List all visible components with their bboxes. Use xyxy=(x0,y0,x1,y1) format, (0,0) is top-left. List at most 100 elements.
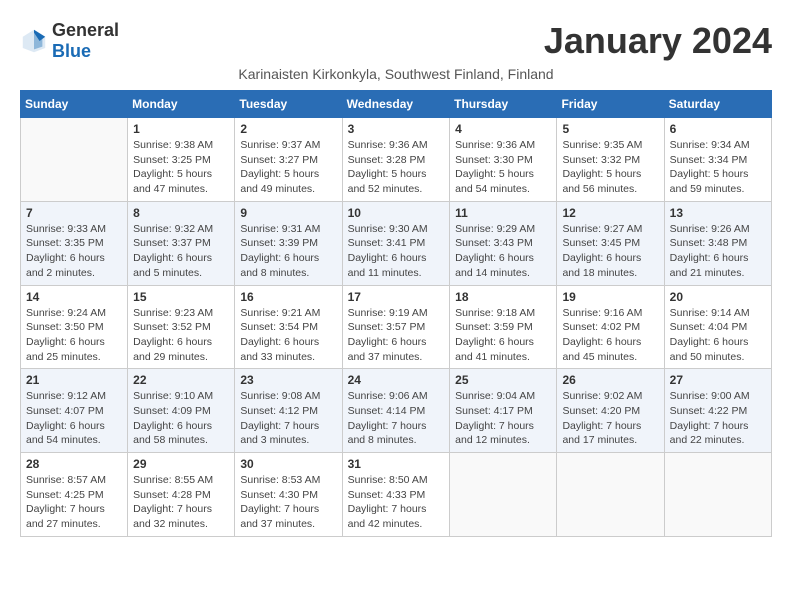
day-info: Sunrise: 9:35 AM Sunset: 3:32 PM Dayligh… xyxy=(562,138,658,197)
day-number: 28 xyxy=(26,457,122,471)
header: General Blue January 2024 xyxy=(20,20,772,62)
day-number: 6 xyxy=(670,122,766,136)
day-number: 9 xyxy=(240,206,336,220)
day-number: 2 xyxy=(240,122,336,136)
day-number: 14 xyxy=(26,290,122,304)
calendar-cell: 20 Sunrise: 9:14 AM Sunset: 4:04 PM Dayli… xyxy=(664,285,771,369)
day-info: Sunrise: 9:29 AM Sunset: 3:43 PM Dayligh… xyxy=(455,222,551,281)
day-info: Sunrise: 9:21 AM Sunset: 3:54 PM Dayligh… xyxy=(240,306,336,365)
col-header-monday: Monday xyxy=(128,91,235,118)
day-number: 4 xyxy=(455,122,551,136)
calendar-cell: 23 Sunrise: 9:08 AM Sunset: 4:12 PM Dayli… xyxy=(235,369,342,453)
week-row-1: 1 Sunrise: 9:38 AM Sunset: 3:25 PM Daylig… xyxy=(21,118,772,202)
day-number: 1 xyxy=(133,122,229,136)
calendar-table: SundayMondayTuesdayWednesdayThursdayFrid… xyxy=(20,90,772,537)
day-info: Sunrise: 9:14 AM Sunset: 4:04 PM Dayligh… xyxy=(670,306,766,365)
logo: General Blue xyxy=(20,20,119,62)
calendar-cell: 24Sunrise: 9:06 AM Sunset: 4:14 PM Dayli… xyxy=(342,369,450,453)
day-number: 8 xyxy=(133,206,229,220)
day-number: 25 xyxy=(455,373,551,387)
calendar-cell: 4 Sunrise: 9:36 AM Sunset: 3:30 PM Daylig… xyxy=(450,118,557,202)
calendar-cell: 29 Sunrise: 8:55 AM Sunset: 4:28 PM Dayli… xyxy=(128,453,235,537)
day-info: Sunrise: 9:36 AM Sunset: 3:30 PM Dayligh… xyxy=(455,138,551,197)
day-number: 17 xyxy=(348,290,445,304)
day-number: 24 xyxy=(348,373,445,387)
day-info: Sunrise: 8:50 AM Sunset: 4:33 PM Dayligh… xyxy=(348,473,445,532)
calendar-cell: 28 Sunrise: 8:57 AM Sunset: 4:25 PM Dayli… xyxy=(21,453,128,537)
calendar-cell: 17Sunrise: 9:19 AM Sunset: 3:57 PM Dayli… xyxy=(342,285,450,369)
col-header-tuesday: Tuesday xyxy=(235,91,342,118)
calendar-cell: 8 Sunrise: 9:32 AM Sunset: 3:37 PM Daylig… xyxy=(128,201,235,285)
calendar-cell: 9 Sunrise: 9:31 AM Sunset: 3:39 PM Daylig… xyxy=(235,201,342,285)
calendar-cell: 11 Sunrise: 9:29 AM Sunset: 3:43 PM Dayli… xyxy=(450,201,557,285)
logo-general: General xyxy=(52,20,119,40)
calendar-cell: 25 Sunrise: 9:04 AM Sunset: 4:17 PM Dayli… xyxy=(450,369,557,453)
logo-text: General Blue xyxy=(52,20,119,62)
col-header-thursday: Thursday xyxy=(450,91,557,118)
calendar-cell: 10Sunrise: 9:30 AM Sunset: 3:41 PM Dayli… xyxy=(342,201,450,285)
calendar-cell: 2 Sunrise: 9:37 AM Sunset: 3:27 PM Daylig… xyxy=(235,118,342,202)
calendar-cell xyxy=(664,453,771,537)
calendar-cell: 6 Sunrise: 9:34 AM Sunset: 3:34 PM Daylig… xyxy=(664,118,771,202)
day-number: 3 xyxy=(348,122,445,136)
calendar-cell: 7Sunrise: 9:33 AM Sunset: 3:35 PM Daylig… xyxy=(21,201,128,285)
day-info: Sunrise: 9:10 AM Sunset: 4:09 PM Dayligh… xyxy=(133,389,229,448)
day-info: Sunrise: 9:12 AM Sunset: 4:07 PM Dayligh… xyxy=(26,389,122,448)
calendar-cell: 21Sunrise: 9:12 AM Sunset: 4:07 PM Dayli… xyxy=(21,369,128,453)
calendar-cell xyxy=(21,118,128,202)
day-number: 29 xyxy=(133,457,229,471)
day-number: 23 xyxy=(240,373,336,387)
calendar-cell: 18Sunrise: 9:18 AM Sunset: 3:59 PM Dayli… xyxy=(450,285,557,369)
day-info: Sunrise: 9:37 AM Sunset: 3:27 PM Dayligh… xyxy=(240,138,336,197)
day-number: 12 xyxy=(562,206,658,220)
col-header-sunday: Sunday xyxy=(21,91,128,118)
calendar-cell: 5 Sunrise: 9:35 AM Sunset: 3:32 PM Daylig… xyxy=(557,118,664,202)
calendar-cell: 31 Sunrise: 8:50 AM Sunset: 4:33 PM Dayli… xyxy=(342,453,450,537)
calendar-cell: 22 Sunrise: 9:10 AM Sunset: 4:09 PM Dayli… xyxy=(128,369,235,453)
day-info: Sunrise: 8:55 AM Sunset: 4:28 PM Dayligh… xyxy=(133,473,229,532)
day-info: Sunrise: 9:34 AM Sunset: 3:34 PM Dayligh… xyxy=(670,138,766,197)
day-number: 26 xyxy=(562,373,658,387)
col-header-wednesday: Wednesday xyxy=(342,91,450,118)
week-row-2: 7Sunrise: 9:33 AM Sunset: 3:35 PM Daylig… xyxy=(21,201,772,285)
day-info: Sunrise: 9:00 AM Sunset: 4:22 PM Dayligh… xyxy=(670,389,766,448)
day-number: 30 xyxy=(240,457,336,471)
week-row-4: 21Sunrise: 9:12 AM Sunset: 4:07 PM Dayli… xyxy=(21,369,772,453)
day-info: Sunrise: 9:26 AM Sunset: 3:48 PM Dayligh… xyxy=(670,222,766,281)
day-info: Sunrise: 8:53 AM Sunset: 4:30 PM Dayligh… xyxy=(240,473,336,532)
col-header-saturday: Saturday xyxy=(664,91,771,118)
day-info: Sunrise: 9:23 AM Sunset: 3:52 PM Dayligh… xyxy=(133,306,229,365)
header-row: SundayMondayTuesdayWednesdayThursdayFrid… xyxy=(21,91,772,118)
day-number: 16 xyxy=(240,290,336,304)
day-info: Sunrise: 9:32 AM Sunset: 3:37 PM Dayligh… xyxy=(133,222,229,281)
day-info: Sunrise: 9:24 AM Sunset: 3:50 PM Dayligh… xyxy=(26,306,122,365)
calendar-cell xyxy=(450,453,557,537)
day-number: 27 xyxy=(670,373,766,387)
day-number: 31 xyxy=(348,457,445,471)
month-title: January 2024 xyxy=(544,20,772,62)
col-header-friday: Friday xyxy=(557,91,664,118)
day-info: Sunrise: 8:57 AM Sunset: 4:25 PM Dayligh… xyxy=(26,473,122,532)
day-info: Sunrise: 9:08 AM Sunset: 4:12 PM Dayligh… xyxy=(240,389,336,448)
calendar-cell: 12Sunrise: 9:27 AM Sunset: 3:45 PM Dayli… xyxy=(557,201,664,285)
day-number: 5 xyxy=(562,122,658,136)
day-info: Sunrise: 9:33 AM Sunset: 3:35 PM Dayligh… xyxy=(26,222,122,281)
logo-blue: Blue xyxy=(52,41,91,61)
calendar-cell: 13 Sunrise: 9:26 AM Sunset: 3:48 PM Dayli… xyxy=(664,201,771,285)
day-info: Sunrise: 9:04 AM Sunset: 4:17 PM Dayligh… xyxy=(455,389,551,448)
week-row-5: 28 Sunrise: 8:57 AM Sunset: 4:25 PM Dayli… xyxy=(21,453,772,537)
day-info: Sunrise: 9:16 AM Sunset: 4:02 PM Dayligh… xyxy=(562,306,658,365)
calendar-cell: 1 Sunrise: 9:38 AM Sunset: 3:25 PM Daylig… xyxy=(128,118,235,202)
day-info: Sunrise: 9:30 AM Sunset: 3:41 PM Dayligh… xyxy=(348,222,445,281)
day-number: 20 xyxy=(670,290,766,304)
day-info: Sunrise: 9:31 AM Sunset: 3:39 PM Dayligh… xyxy=(240,222,336,281)
day-info: Sunrise: 9:38 AM Sunset: 3:25 PM Dayligh… xyxy=(133,138,229,197)
day-number: 13 xyxy=(670,206,766,220)
day-number: 22 xyxy=(133,373,229,387)
day-number: 18 xyxy=(455,290,551,304)
calendar-cell: 19Sunrise: 9:16 AM Sunset: 4:02 PM Dayli… xyxy=(557,285,664,369)
day-number: 11 xyxy=(455,206,551,220)
day-number: 15 xyxy=(133,290,229,304)
calendar-cell: 16 Sunrise: 9:21 AM Sunset: 3:54 PM Dayli… xyxy=(235,285,342,369)
title-area: January 2024 xyxy=(544,20,772,62)
